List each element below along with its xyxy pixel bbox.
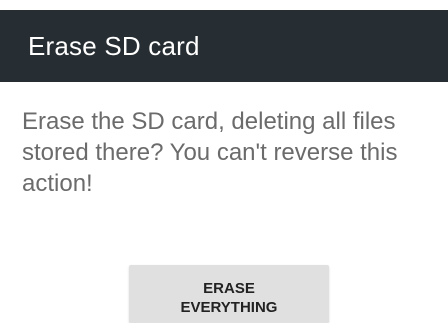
title-bar: Erase SD card [0, 10, 448, 82]
erase-everything-button[interactable]: ERASE EVERYTHING [129, 265, 329, 323]
page-title: Erase SD card [28, 30, 200, 61]
button-label-line2: EVERYTHING [180, 299, 278, 316]
warning-message: Erase the SD card, deleting all files st… [22, 108, 398, 197]
erase-sd-card-screen: Erase SD card Erase the SD card, deletin… [0, 0, 448, 323]
button-label-line1: ERASE [203, 280, 255, 297]
